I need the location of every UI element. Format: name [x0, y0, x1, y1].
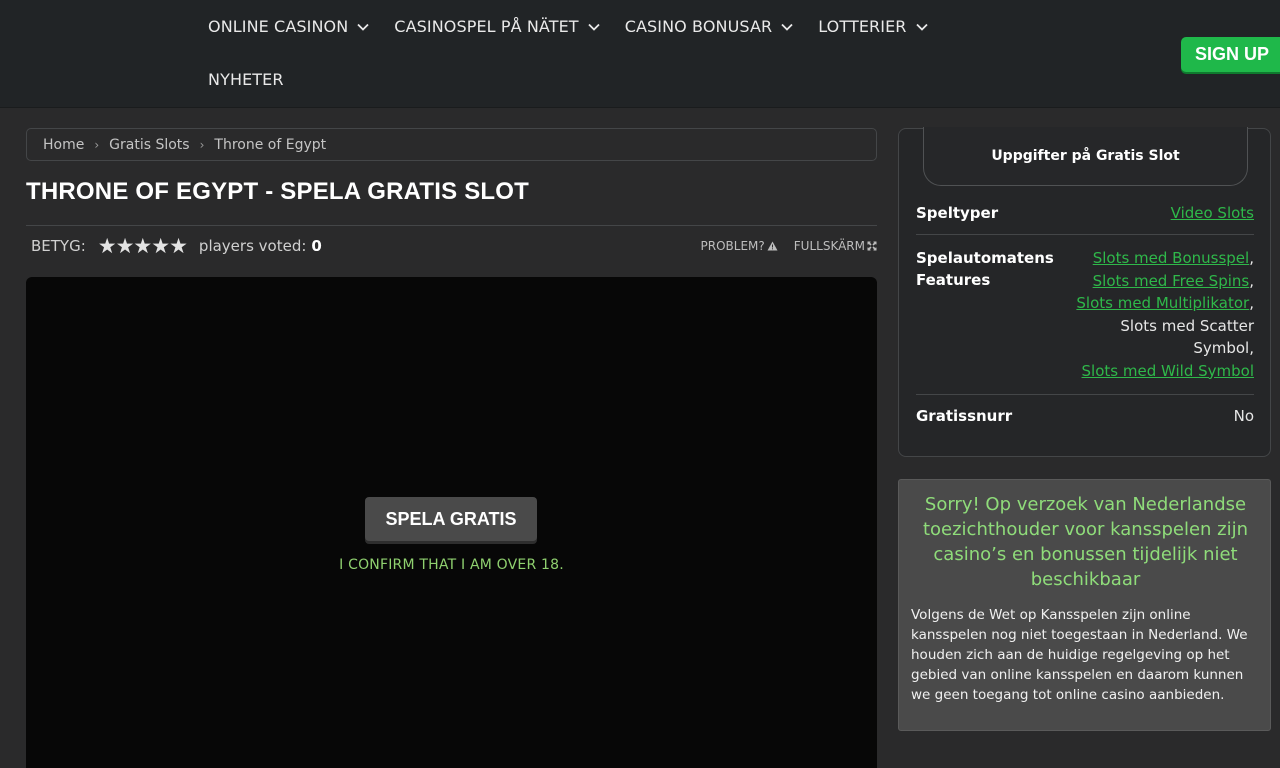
- info-panel-title: Uppgifter på Gratis Slot: [923, 127, 1248, 186]
- divider: [26, 225, 877, 226]
- chevron-down-icon: [915, 23, 928, 31]
- info-key: Spelautomatens Features: [916, 249, 1054, 289]
- breadcrumb-home[interactable]: Home: [43, 137, 84, 153]
- site-header: ONLINE CASINON CASINOSPEL PÅ NÄTET CASIN…: [0, 0, 1280, 108]
- link-video-slots[interactable]: Video Slots: [1171, 204, 1254, 222]
- notice-title: Sorry! Op verzoek van Nederlandse toezic…: [922, 494, 1249, 590]
- info-key: Gratissnurr: [916, 407, 1013, 425]
- nav-lotterier[interactable]: LOTTERIER: [818, 0, 928, 53]
- game-area[interactable]: SPELA GRATIS I CONFIRM THAT I AM OVER 18…: [26, 277, 877, 768]
- link-wild-symbol[interactable]: Slots med Wild Symbol: [1082, 362, 1254, 380]
- nav-label: CASINO BONUSAR: [624, 17, 773, 36]
- play-free-button[interactable]: SPELA GRATIS: [365, 497, 537, 541]
- age-confirm-text: I CONFIRM THAT I AM OVER 18.: [339, 557, 564, 573]
- nav-online-casinon[interactable]: ONLINE CASINON: [208, 0, 369, 53]
- nav-casinospel[interactable]: CASINOSPEL PÅ NÄTET: [394, 0, 600, 53]
- link-free-spins[interactable]: Slots med Free Spins: [1093, 272, 1250, 290]
- warning-icon: [767, 241, 778, 251]
- problem-label: PROBLEM?: [700, 239, 765, 253]
- fullscreen-label: FULLSKÄRM: [793, 239, 865, 253]
- notice-body: Volgens de Wet op Kansspelen zijn online…: [911, 607, 1248, 703]
- info-value: No: [1233, 407, 1254, 425]
- regulation-notice: Sorry! Op verzoek van Nederlandse toezic…: [898, 479, 1271, 731]
- rating-row: BETYG: ★★★★★ players voted: 0 PROBLEM? F…: [31, 233, 877, 259]
- page-title: THRONE OF EGYPT - SPELA GRATIS SLOT: [26, 178, 530, 205]
- info-row-features: Spelautomatens Features Slots med Bonuss…: [916, 247, 1254, 382]
- nav-nyheter[interactable]: NYHETER: [208, 53, 284, 106]
- divider: [916, 234, 1254, 235]
- voted-count: 0: [311, 237, 322, 255]
- rating-stars[interactable]: ★★★★★: [98, 234, 188, 258]
- breadcrumb-current: Throne of Egypt: [214, 136, 327, 153]
- nav-label: ONLINE CASINON: [208, 17, 349, 36]
- nav-label: LOTTERIER: [818, 17, 907, 36]
- feature-scatter: Slots med Scatter Symbol,: [1120, 316, 1254, 358]
- nav-casino-bonusar[interactable]: CASINO BONUSAR: [625, 0, 794, 53]
- info-row-gratissnurr: Gratissnurr No: [916, 405, 1254, 428]
- main-nav: ONLINE CASINON CASINOSPEL PÅ NÄTET CASIN…: [208, 0, 1168, 106]
- nav-label: NYHETER: [208, 70, 284, 89]
- info-key: Speltyper: [916, 204, 999, 222]
- signup-button[interactable]: SIGN UP: [1181, 37, 1280, 72]
- rating-actions: PROBLEM? FULLSKÄRM: [685, 239, 877, 253]
- chevron-right-icon: ›: [94, 137, 100, 152]
- breadcrumb-gratis-slots[interactable]: Gratis Slots: [109, 137, 189, 153]
- info-value: Slots med Bonusspel, Slots med Free Spin…: [1055, 247, 1254, 382]
- nav-label: CASINOSPEL PÅ NÄTET: [394, 17, 579, 36]
- chevron-down-icon: [781, 23, 793, 31]
- fullscreen-icon: [867, 241, 877, 251]
- info-row-speltyper: Speltyper Video Slots: [916, 202, 1254, 225]
- breadcrumb: Home › Gratis Slots › Throne of Egypt: [26, 128, 877, 161]
- chevron-down-icon: [588, 23, 600, 31]
- info-value: Video Slots: [1171, 202, 1254, 225]
- divider: [916, 394, 1254, 395]
- fullscreen-button[interactable]: FULLSKÄRM: [794, 239, 877, 253]
- rating-label: BETYG:: [31, 237, 86, 255]
- voted-label: players voted:: [198, 237, 307, 255]
- slot-info-panel: Uppgifter på Gratis Slot Speltyper Video…: [898, 127, 1271, 457]
- chevron-right-icon: ›: [199, 137, 205, 152]
- problem-button[interactable]: PROBLEM?: [701, 239, 778, 253]
- link-bonusspel[interactable]: Slots med Bonusspel: [1093, 249, 1250, 267]
- link-multiplikator[interactable]: Slots med Multiplikator: [1076, 294, 1249, 312]
- chevron-down-icon: [357, 23, 369, 31]
